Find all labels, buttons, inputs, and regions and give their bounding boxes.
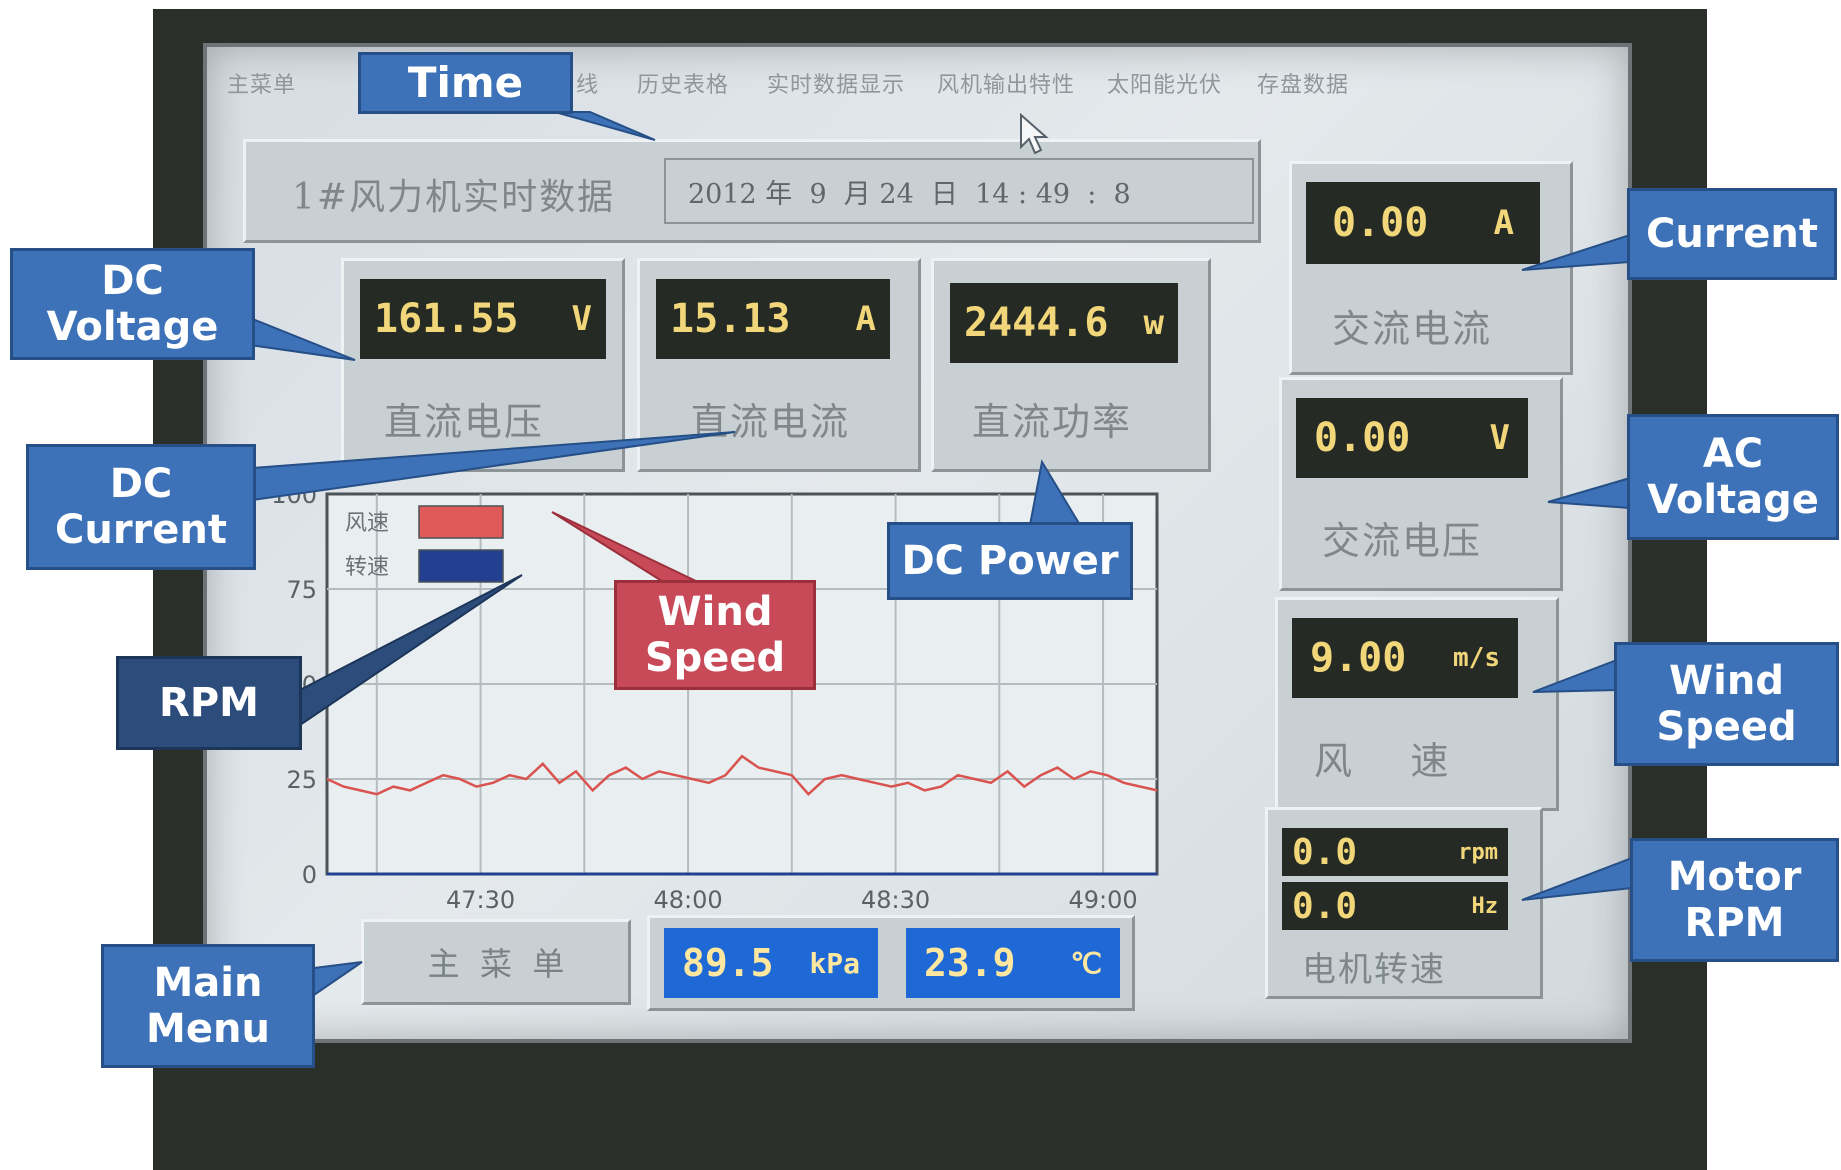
dc-current-pointer [251, 431, 736, 502]
callout-main-menu: Main Menu [101, 944, 315, 1068]
callout-rpm: RPM [116, 656, 302, 750]
callout-ac-voltage: AC Voltage [1627, 414, 1839, 540]
current-pointer [1521, 233, 1631, 271]
callout-dc-voltage: DC Voltage [10, 248, 255, 360]
callout-wind-speed: Wind Speed [1614, 642, 1839, 766]
time-pointer [554, 111, 656, 141]
callout-time: Time [358, 52, 573, 114]
dc-power-pointer [1028, 459, 1082, 526]
callout-dc-power: DC Power [887, 522, 1133, 600]
callout-dc-current: DC Current [26, 444, 256, 570]
main-menu-pointer [313, 961, 363, 997]
ac-voltage-pointer [1547, 476, 1631, 510]
motor-rpm-pointer [1521, 856, 1633, 901]
callout-current: Current [1627, 188, 1837, 280]
wind-speed-pointer [1532, 658, 1618, 693]
callout-wind-speed-chart: Wind Speed [614, 580, 816, 690]
dc-voltage-pointer [249, 316, 356, 361]
callout-motor-rpm: Motor RPM [1630, 838, 1839, 962]
wind-speed-chart-pointer [551, 511, 701, 584]
rpm-pointer [299, 574, 523, 727]
